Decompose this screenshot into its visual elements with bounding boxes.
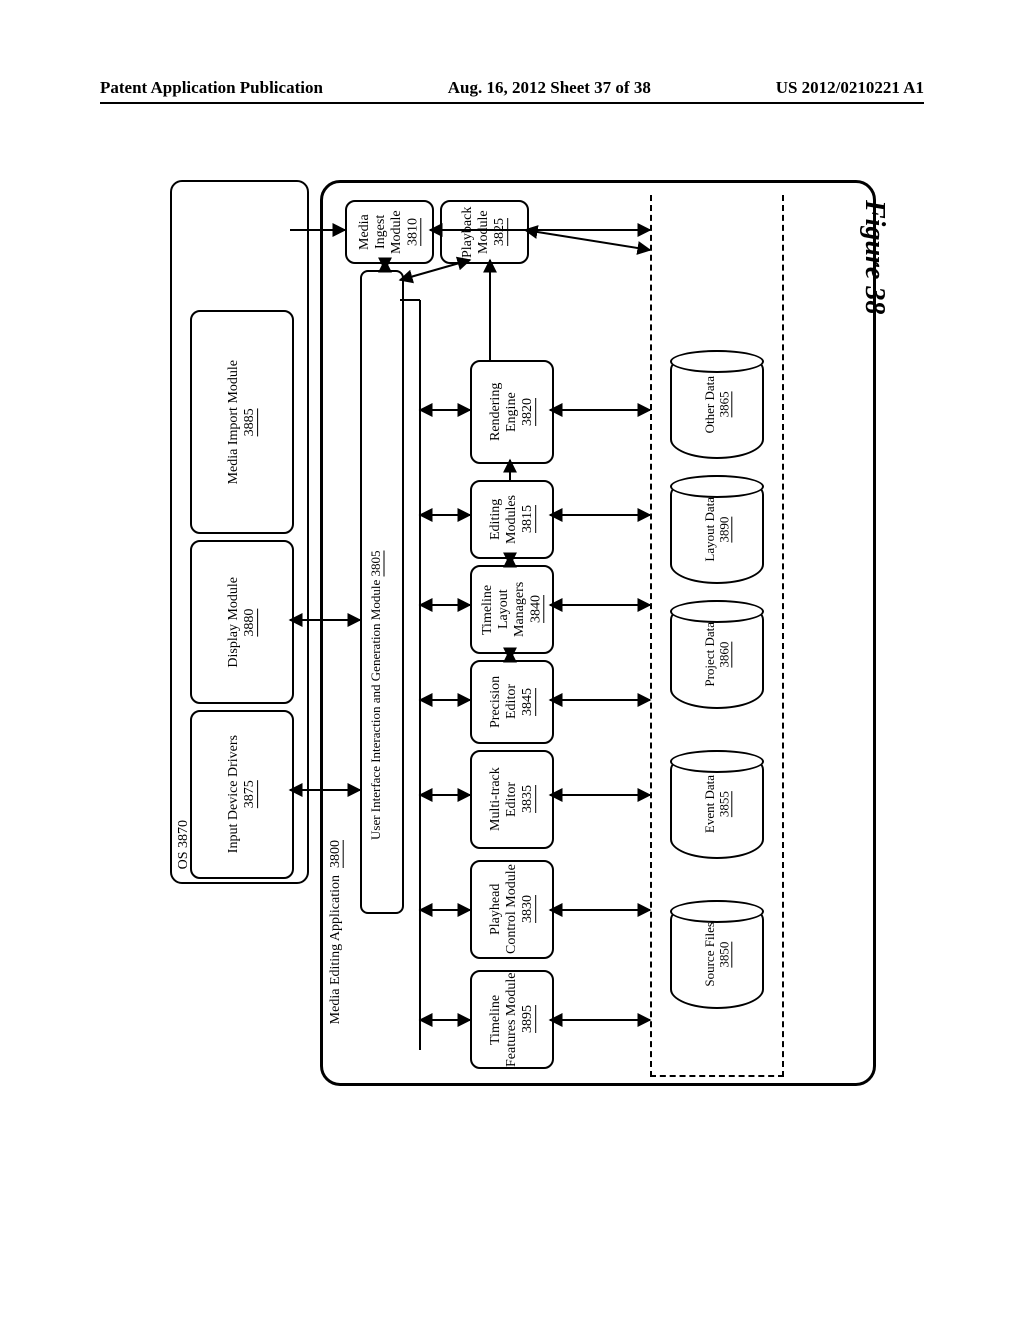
header-rule xyxy=(100,102,924,104)
page-header: Patent Application Publication Aug. 16, … xyxy=(100,78,924,98)
diagram-stage: OS 3870 Input Device Drivers3875 Display… xyxy=(170,180,870,1100)
header-right: US 2012/0210221 A1 xyxy=(776,78,924,98)
header-left: Patent Application Publication xyxy=(100,78,323,98)
page: Patent Application Publication Aug. 16, … xyxy=(0,0,1024,1320)
connectors xyxy=(170,180,870,1100)
header-mid: Aug. 16, 2012 Sheet 37 of 38 xyxy=(448,78,651,98)
